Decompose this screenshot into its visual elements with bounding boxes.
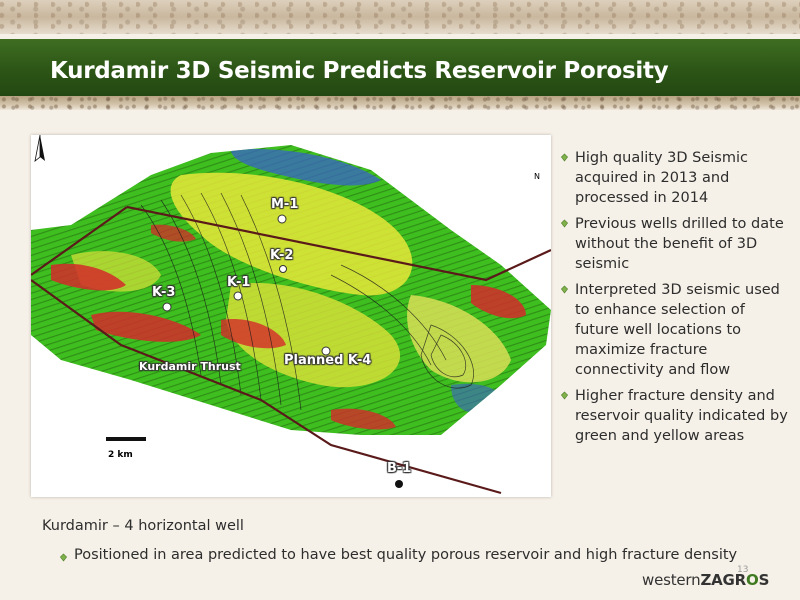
- bottom-bullet: Positioned in area predicted to have bes…: [59, 547, 738, 563]
- decorative-sub-band: [0, 96, 800, 110]
- bullet-item: Interpreted 3D seismic used to enhance s…: [560, 280, 790, 380]
- bullet-item: Higher fracture density and reservoir qu…: [560, 386, 790, 446]
- bullet-list: High quality 3D Seismic acquired in 2013…: [560, 148, 790, 452]
- well-label-k3: K-3: [152, 285, 176, 300]
- bottom-heading: Kurdamir – 4 horizontal well: [42, 518, 244, 534]
- well-label-k2: K-2: [270, 248, 294, 263]
- north-label: N: [534, 172, 540, 181]
- logo-part2c: S: [758, 571, 770, 589]
- bullet-icon: [560, 391, 569, 400]
- bullet-icon: [560, 285, 569, 294]
- logo-part1: western: [642, 571, 701, 589]
- logo-part2a: ZAGR: [700, 571, 746, 589]
- well-label-m1: M-1: [271, 197, 299, 212]
- bullet-icon: [59, 553, 68, 562]
- logo-part2b: O: [746, 571, 759, 589]
- decorative-top-band: [0, 0, 800, 34]
- bullet-icon: [560, 219, 569, 228]
- bullet-icon: [560, 153, 569, 162]
- bullet-text: Higher fracture density and reservoir qu…: [575, 388, 788, 444]
- well-label-planned-k4: Planned K-4: [284, 353, 372, 368]
- company-logo: westernZAGROS: [642, 571, 769, 589]
- bullet-item: High quality 3D Seismic acquired in 2013…: [560, 148, 790, 208]
- scale-label: 2 km: [108, 450, 133, 460]
- slide-title: Kurdamir 3D Seismic Predicts Reservoir P…: [50, 58, 669, 84]
- bullet-text: Previous wells drilled to date without t…: [575, 216, 784, 272]
- bullet-text: High quality 3D Seismic acquired in 2013…: [575, 150, 748, 206]
- seismic-map: M-1 K-2 K-1 K-3 Planned K-4 B-1 Kurdamir…: [31, 135, 551, 497]
- bottom-bullet-text: Positioned in area predicted to have bes…: [74, 547, 738, 563]
- bullet-text: Interpreted 3D seismic used to enhance s…: [575, 282, 780, 378]
- well-label-k1: K-1: [227, 275, 251, 290]
- north-arrow-icon: [34, 135, 45, 162]
- bullet-item: Previous wells drilled to date without t…: [560, 214, 790, 274]
- fault-label: Kurdamir Thrust: [139, 360, 241, 373]
- seismic-map-graphic: [31, 145, 551, 495]
- well-label-b1: B-1: [387, 461, 412, 476]
